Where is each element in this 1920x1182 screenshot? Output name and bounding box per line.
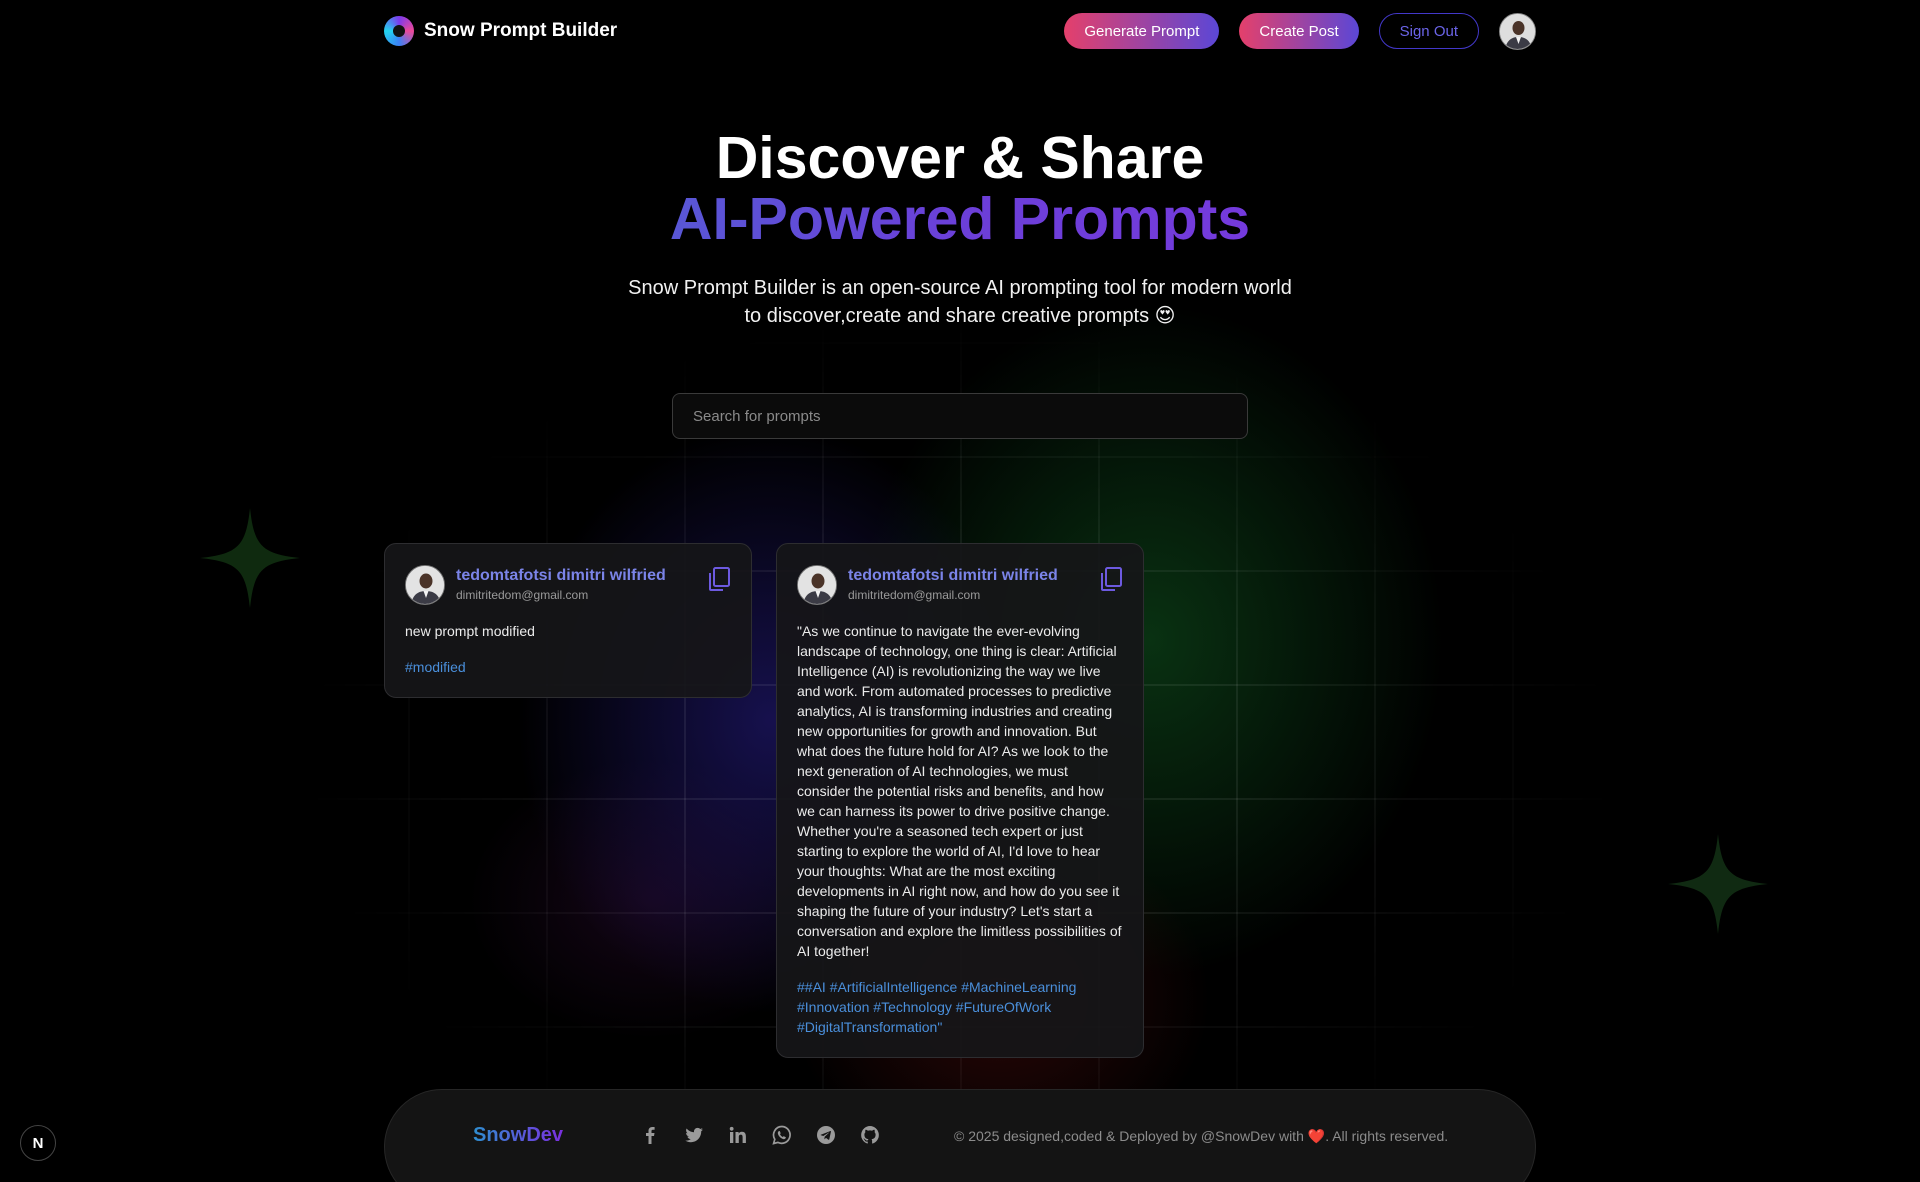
creator-name[interactable]: tedomtafotsi dimitri wilfried xyxy=(456,566,707,586)
prompt-card: tedomtafotsi dimitri wilfried dimitrited… xyxy=(776,543,1144,1058)
hero-title: Discover & Share AI-Powered Prompts xyxy=(0,128,1920,250)
card-header: tedomtafotsi dimitri wilfried dimitrited… xyxy=(405,564,731,605)
nav-actions: Generate Prompt Create Post Sign Out xyxy=(1064,12,1536,50)
creator-name[interactable]: tedomtafotsi dimitri wilfried xyxy=(848,566,1099,586)
card-header: tedomtafotsi dimitri wilfried dimitrited… xyxy=(797,564,1123,605)
prompt-text: new prompt modified xyxy=(405,623,535,639)
brand-link[interactable]: Snow Prompt Builder xyxy=(384,16,617,46)
hero-section: Discover & Share AI-Powered Prompts Snow… xyxy=(0,128,1920,330)
nextjs-dev-badge[interactable]: N xyxy=(20,1125,56,1161)
profile-avatar[interactable] xyxy=(1499,12,1536,50)
copyright-text: © 2025 designed,coded & Deployed by @Sno… xyxy=(954,1128,1448,1145)
create-post-button[interactable]: Create Post xyxy=(1239,13,1359,49)
brand-name: Snow Prompt Builder xyxy=(424,20,618,41)
sparkle-right-decoration xyxy=(1668,834,1768,934)
search-input[interactable] xyxy=(672,393,1248,439)
hero-description-line2: to discover,create and share creative pr… xyxy=(744,305,1176,327)
logo-icon xyxy=(384,16,414,46)
linkedin-icon[interactable] xyxy=(728,1125,748,1145)
hero-title-highlight: AI-Powered Prompts xyxy=(0,189,1920,250)
telegram-icon[interactable] xyxy=(816,1125,836,1145)
prompt-tag[interactable]: #modified xyxy=(405,657,731,677)
whatsapp-icon[interactable] xyxy=(772,1125,792,1145)
copyright-prefix: © 2025 designed,coded & Deployed by @Sno… xyxy=(954,1128,1308,1144)
copy-icon[interactable] xyxy=(707,566,731,592)
creator-email: dimitritedom@gmail.com xyxy=(848,588,981,602)
heart-icon: ❤️ xyxy=(1307,1128,1326,1144)
sparkle-left-decoration xyxy=(200,508,300,608)
generate-prompt-button[interactable]: Generate Prompt xyxy=(1064,13,1220,49)
prompt-tag[interactable]: ##AI #ArtificialIntelligence #MachineLea… xyxy=(797,977,1123,1037)
hero-description: Snow Prompt Builder is an open-source AI… xyxy=(0,274,1920,330)
hero-title-line1: Discover & Share xyxy=(715,125,1205,191)
creator-info: tedomtafotsi dimitri wilfried dimitrited… xyxy=(848,564,1099,602)
prompt-card: tedomtafotsi dimitri wilfried dimitrited… xyxy=(384,543,752,698)
navbar: Snow Prompt Builder Generate Prompt Crea… xyxy=(384,12,1536,50)
user-avatar-icon xyxy=(406,566,444,604)
github-icon[interactable] xyxy=(860,1125,880,1145)
creator-avatar[interactable] xyxy=(405,565,445,605)
facebook-icon[interactable] xyxy=(640,1125,660,1145)
user-avatar-icon xyxy=(798,566,836,604)
twitter-icon[interactable] xyxy=(684,1125,704,1145)
prompt-text: "As we continue to navigate the ever-evo… xyxy=(797,623,1122,959)
creator-avatar[interactable] xyxy=(797,565,837,605)
user-avatar-icon xyxy=(1500,13,1535,49)
creator-info: tedomtafotsi dimitri wilfried dimitrited… xyxy=(456,564,707,602)
creator-email: dimitritedom@gmail.com xyxy=(456,588,589,602)
sign-out-button[interactable]: Sign Out xyxy=(1378,13,1479,49)
footer: SnowDev © 2025 designed,coded & Deployed… xyxy=(384,1089,1536,1182)
copyright-suffix: . All rights reserved. xyxy=(1325,1128,1449,1144)
hero-description-line1: Snow Prompt Builder is an open-source AI… xyxy=(628,277,1292,299)
footer-brand[interactable]: SnowDev xyxy=(473,1124,563,1147)
social-links xyxy=(640,1125,880,1145)
copy-icon[interactable] xyxy=(1099,566,1123,592)
